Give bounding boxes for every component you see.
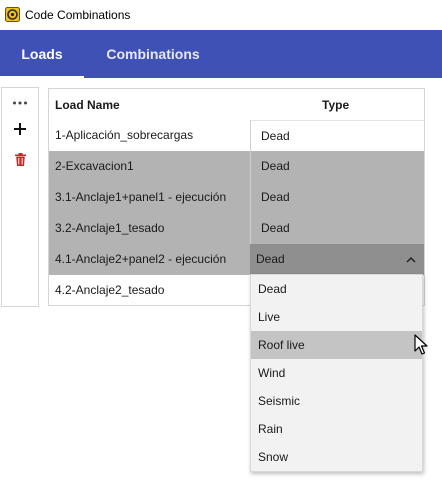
table-row[interactable]: 4.1-Anclaje2+panel2 - ejecución Dead bbox=[49, 244, 424, 275]
dropdown-option-seismic[interactable]: Seismic bbox=[251, 387, 422, 415]
more-horizontal-icon bbox=[13, 101, 27, 105]
grid-header: Load Name Type bbox=[49, 89, 424, 120]
load-type-combobox[interactable]: Dead bbox=[250, 244, 424, 275]
mouse-cursor-icon bbox=[414, 334, 428, 355]
app-icon bbox=[5, 7, 20, 22]
load-name-cell[interactable]: 2-Excavacion1 bbox=[49, 151, 250, 182]
load-type-cell[interactable]: Dead bbox=[250, 182, 424, 213]
dropdown-option-rain[interactable]: Rain bbox=[251, 415, 422, 443]
tab-combinations[interactable]: Combinations bbox=[94, 30, 212, 78]
column-header-type[interactable]: Type bbox=[322, 98, 349, 112]
plus-icon bbox=[14, 123, 26, 135]
load-name-cell[interactable]: 3.2-Anclaje1_tesado bbox=[49, 213, 250, 244]
load-type-cell[interactable]: Dead bbox=[250, 151, 424, 182]
add-load-button[interactable] bbox=[2, 117, 38, 141]
more-options-button[interactable] bbox=[2, 91, 38, 115]
dropdown-option-wind[interactable]: Wind bbox=[251, 359, 422, 387]
load-name-cell[interactable]: 4.2-Anclaje2_tesado bbox=[49, 275, 250, 306]
chevron-up-icon bbox=[406, 256, 416, 263]
dropdown-option-roof-live[interactable]: Roof live bbox=[251, 331, 422, 359]
dropdown-option-snow[interactable]: Snow bbox=[251, 443, 422, 471]
load-name-cell[interactable]: 1-Aplicación_sobrecargas bbox=[49, 120, 250, 151]
load-name-cell[interactable]: 3.1-Anclaje1+panel1 - ejecución bbox=[49, 182, 250, 213]
table-row[interactable]: 2-Excavacion1 Dead bbox=[49, 151, 424, 182]
table-row[interactable]: 3.2-Anclaje1_tesado Dead bbox=[49, 213, 424, 244]
tab-bar: Loads Combinations bbox=[0, 30, 442, 78]
type-dropdown-list: Dead Live Roof live Wind Seismic Rain Sn… bbox=[250, 274, 423, 472]
active-tab-indicator bbox=[0, 76, 84, 78]
delete-load-button[interactable] bbox=[2, 147, 38, 171]
title-bar: Code Combinations bbox=[0, 0, 442, 30]
column-header-load-name[interactable]: Load Name bbox=[55, 98, 120, 112]
combobox-value: Dead bbox=[256, 252, 285, 266]
trash-icon bbox=[14, 152, 26, 166]
table-row[interactable]: 1-Aplicación_sobrecargas Dead bbox=[49, 120, 424, 151]
load-type-cell[interactable]: Dead bbox=[250, 120, 424, 151]
row-toolbar bbox=[1, 87, 39, 307]
window-title: Code Combinations bbox=[25, 8, 131, 22]
table-row[interactable]: 3.1-Anclaje1+panel1 - ejecución Dead bbox=[49, 182, 424, 213]
tab-loads[interactable]: Loads bbox=[0, 30, 84, 78]
load-name-cell[interactable]: 4.1-Anclaje2+panel2 - ejecución bbox=[49, 244, 250, 275]
load-type-cell[interactable]: Dead bbox=[250, 213, 424, 244]
dropdown-option-live[interactable]: Live bbox=[251, 303, 422, 331]
dropdown-option-dead[interactable]: Dead bbox=[251, 275, 422, 303]
